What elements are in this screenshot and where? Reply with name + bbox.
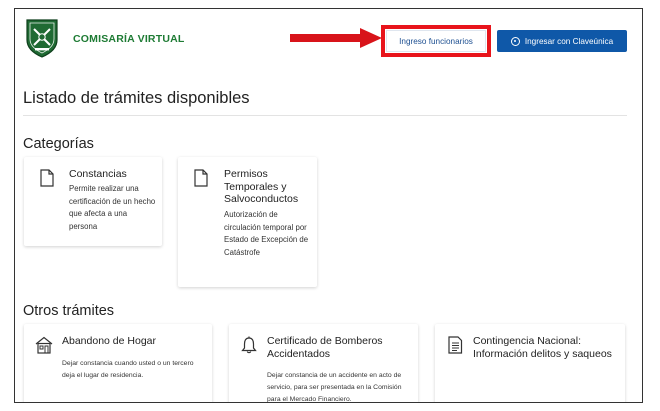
card-title: Contingencia Nacional: Información delit… <box>473 335 612 361</box>
carabineros-logo[interactable] <box>25 18 59 58</box>
bell-icon <box>241 336 257 354</box>
browser-frame: COMISARÍA VIRTUAL Ingreso funcionarios I… <box>14 8 643 403</box>
category-card-constancias[interactable]: Constancias Permite realizar una certifi… <box>24 157 162 246</box>
card-title: Certificado de Bomberos Accidentados <box>267 335 383 361</box>
house-icon <box>35 336 53 354</box>
claveunica-label: Ingresar con Claveúnica <box>524 36 614 46</box>
card-description: Autorización de circulación temporal por… <box>224 210 309 257</box>
document-list-icon <box>448 336 463 354</box>
card-title: Abandono de Hogar <box>62 335 156 347</box>
card-description: Dejar constancia cuando usted o un terce… <box>62 360 194 379</box>
card-description: Permite realizar una certificación de un… <box>69 184 156 231</box>
ingreso-funcionarios-button[interactable]: Ingreso funcionarios <box>386 30 486 52</box>
procedure-card-contingencia[interactable]: Contingencia Nacional: Información delit… <box>435 324 625 402</box>
document-icon <box>40 169 54 187</box>
divider <box>23 115 627 116</box>
category-card-permisos[interactable]: Permisos Temporales y Salvoconductos Aut… <box>178 157 317 287</box>
card-title: Constancias <box>69 168 127 180</box>
claveunica-login-button[interactable]: Ingresar con Claveúnica <box>497 30 627 52</box>
brand-name: COMISARÍA VIRTUAL <box>73 33 185 45</box>
procedure-card-abandono-hogar[interactable]: Abandono de Hogar Dejar constancia cuand… <box>24 324 212 402</box>
card-title: Permisos Temporales y Salvoconductos <box>224 168 299 206</box>
other-procedures-heading: Otros trámites <box>23 303 115 319</box>
red-arrow-annotation <box>290 28 382 48</box>
claveunica-icon <box>510 36 520 46</box>
document-icon <box>194 169 208 187</box>
procedure-card-bomberos[interactable]: Certificado de Bomberos Accidentados Dej… <box>229 324 418 403</box>
categories-heading: Categorías <box>23 136 94 152</box>
card-description: Dejar constancia de un accidente en acto… <box>267 372 402 403</box>
page-title: Listado de trámites disponibles <box>23 89 250 107</box>
